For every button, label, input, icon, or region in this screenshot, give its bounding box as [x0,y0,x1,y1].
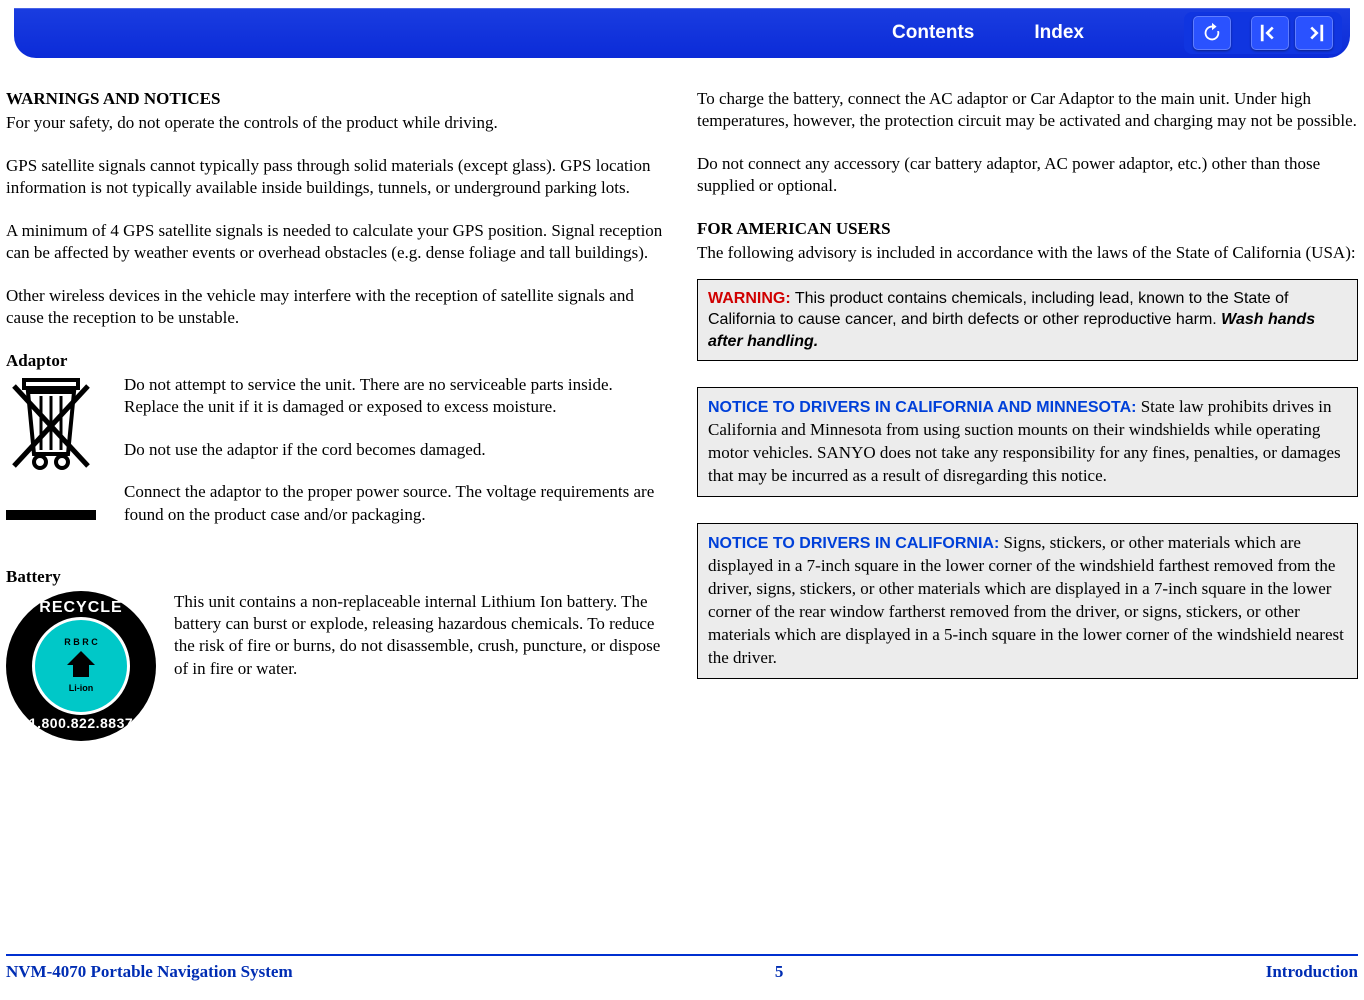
rbrc-recycle-seal: RECYCLE R B R C Li-ion 1.800.822.8837 [6,591,156,741]
black-bar-icon [6,510,96,520]
refresh-icon [1201,22,1223,44]
top-nav-bar: Contents Index [14,8,1350,58]
arrow-right-icon [1303,22,1325,44]
index-link[interactable]: Index [1034,22,1084,44]
prev-page-button[interactable] [1251,16,1289,50]
american-users-heading: FOR AMERICAN USERS [697,218,1358,240]
accessory-paragraph: Do not connect any accessory (car batter… [697,153,1358,198]
battery-heading: Battery [6,566,667,588]
notice-ca-mn-label: NOTICE TO DRIVERS IN CALIFORNIA AND MINN… [708,399,1136,416]
footer-page-number: 5 [775,962,784,982]
notice-ca-label: NOTICE TO DRIVERS IN CALIFORNIA: [708,535,999,552]
arrow-left-icon [1259,22,1281,44]
nav-toolbar [1184,12,1342,54]
recycle-phone-label: 1.800.822.8837 [6,714,156,732]
warning-label: WARNING: [708,290,791,307]
crossed-bin-icon [6,374,96,474]
notice-ca-mn-box: NOTICE TO DRIVERS IN CALIFORNIA AND MINN… [697,387,1358,497]
refresh-button[interactable] [1193,16,1231,50]
warning-box: WARNING: This product contains chemicals… [697,279,1358,362]
charge-paragraph: To charge the battery, connect the AC ad… [697,88,1358,133]
battery-paragraph: This unit contains a non-replaceable int… [174,591,667,681]
battery-recycle-icon [61,649,101,683]
left-column: WARNINGS AND NOTICES For your safety, do… [6,88,667,741]
notice-ca-body: Signs, stickers, or other materials whic… [708,533,1344,667]
footer-section-name: Introduction [1266,962,1358,982]
next-page-button[interactable] [1295,16,1333,50]
adaptor-cord-paragraph: Do not use the adaptor if the cord becom… [124,439,667,461]
footer-product-name: NVM-4070 Portable Navigation System [6,962,293,982]
right-column: To charge the battery, connect the AC ad… [697,88,1358,741]
wireless-interference-paragraph: Other wireless devices in the vehicle ma… [6,285,667,330]
california-intro-paragraph: The following advisory is included in ac… [697,242,1358,264]
contents-link[interactable]: Contents [892,22,974,44]
recycle-liion-label: Li-ion [69,683,94,695]
notice-ca-box: NOTICE TO DRIVERS IN CALIFORNIA: Signs, … [697,523,1358,679]
page-footer: NVM-4070 Portable Navigation System 5 In… [6,954,1358,982]
page-content: WARNINGS AND NOTICES For your safety, do… [0,58,1364,741]
recycle-label-top: RECYCLE [6,597,156,618]
gps-minimum-paragraph: A minimum of 4 GPS satellite signals is … [6,220,667,265]
adaptor-heading: Adaptor [6,350,667,372]
safety-paragraph: For your safety, do not operate the cont… [6,112,667,134]
recycle-rbrc-label: R B R C [64,637,98,649]
adaptor-power-paragraph: Connect the adaptor to the proper power … [124,481,667,526]
warnings-heading: WARNINGS AND NOTICES [6,88,667,110]
adaptor-service-paragraph: Do not attempt to service the unit. Ther… [124,374,667,419]
weee-symbol [6,374,106,546]
gps-signals-paragraph: GPS satellite signals cannot typically p… [6,155,667,200]
warning-body: This product contains chemicals, includi… [708,290,1288,329]
